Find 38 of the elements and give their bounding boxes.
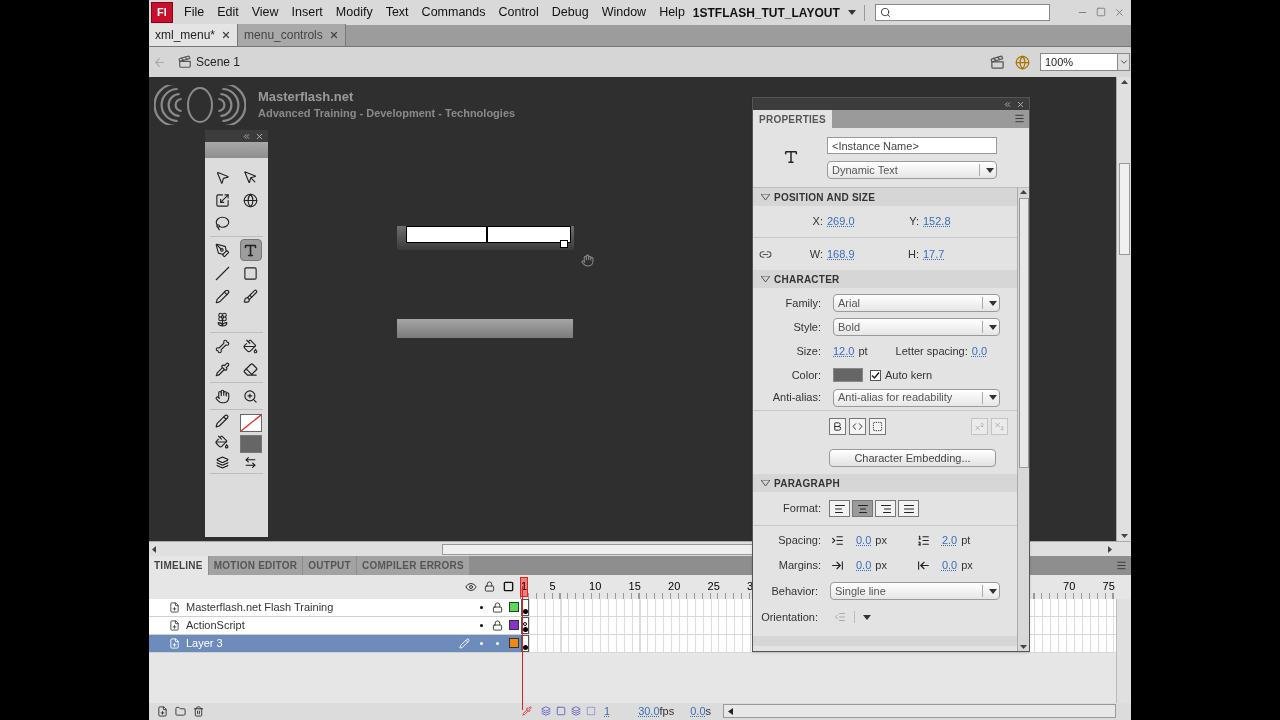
field-label: Spacing: bbox=[777, 533, 821, 549]
field-label: Orientation: bbox=[760, 609, 818, 625]
frame-number: 70 bbox=[1063, 579, 1076, 595]
field-label: Color: bbox=[790, 367, 821, 383]
unit-label: pt bbox=[858, 343, 868, 359]
brand-title: Masterflash.net bbox=[258, 88, 355, 105]
unit-label: px bbox=[961, 558, 973, 574]
field-label: H: bbox=[908, 246, 919, 262]
field-label: Format: bbox=[782, 501, 821, 517]
unit-label: pt bbox=[961, 533, 971, 549]
unit-label: px bbox=[875, 558, 887, 574]
app-logo: Fl bbox=[151, 2, 173, 23]
layer-name: ActionScript bbox=[186, 617, 246, 633]
unit-label: fps bbox=[659, 704, 675, 720]
unit-label: s bbox=[705, 704, 712, 720]
field-label: W: bbox=[809, 246, 823, 262]
frame-number: 10 bbox=[589, 579, 602, 595]
frame-number: 75 bbox=[1102, 579, 1115, 595]
field-label: X: bbox=[812, 214, 823, 230]
section-title: CHARACTER bbox=[774, 272, 840, 287]
section-title: POSITION AND SIZE bbox=[774, 190, 876, 205]
unit-label: px bbox=[875, 533, 887, 549]
field-label: Anti-alias: bbox=[771, 390, 821, 406]
field-label: Size: bbox=[795, 343, 821, 359]
field-label: Family: bbox=[784, 295, 821, 311]
frame-number: 25 bbox=[707, 579, 720, 595]
section-title: PARAGRAPH bbox=[774, 476, 840, 491]
brand-tagline: Advanced Training - Development - Technologies bbox=[258, 105, 516, 121]
field-label: Y: bbox=[909, 214, 919, 230]
layer-name: Masterflash.net Flash Training bbox=[186, 599, 335, 615]
frame-number: 15 bbox=[628, 579, 641, 595]
layer-name: Layer 3 bbox=[186, 635, 224, 651]
field-label: Style: bbox=[792, 319, 821, 335]
frame-number: 5 bbox=[549, 579, 556, 595]
frame-number: 20 bbox=[668, 579, 681, 595]
field-label: Margins: bbox=[777, 558, 821, 574]
field-label: Letter spacing: bbox=[895, 343, 968, 359]
field-label: Behavior: bbox=[770, 583, 818, 599]
